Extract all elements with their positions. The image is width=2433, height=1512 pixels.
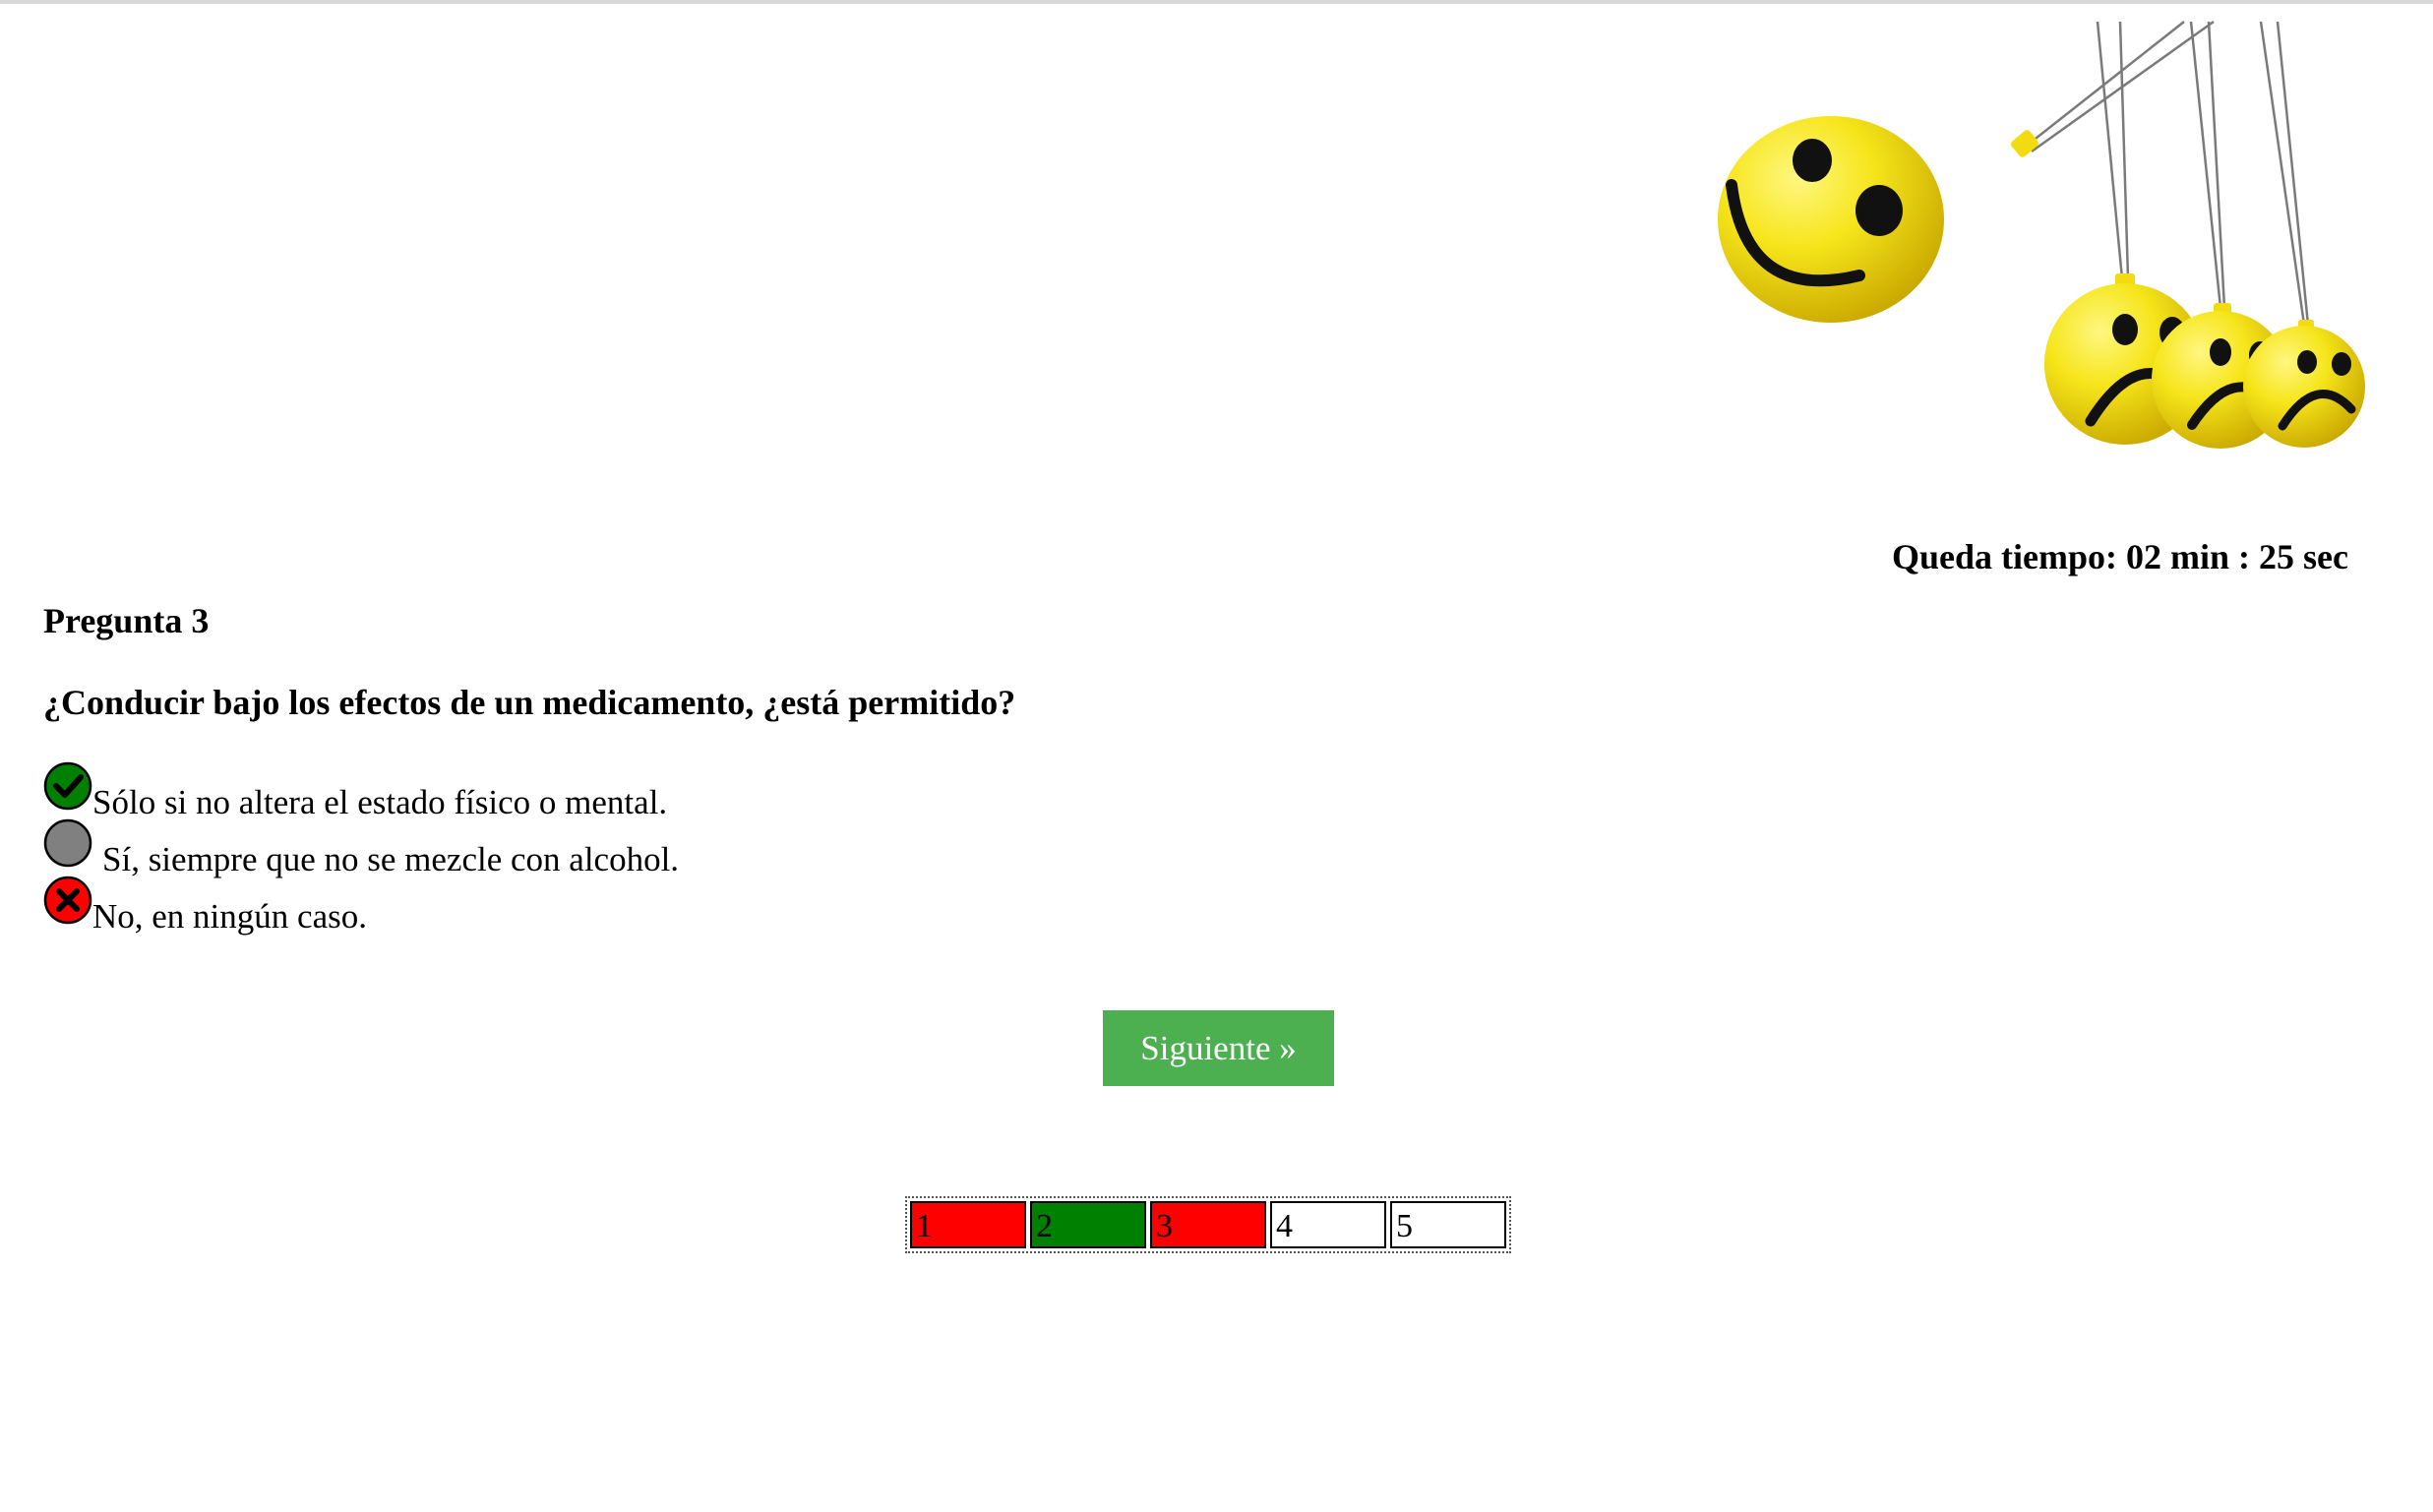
progress-cell-5[interactable]: 5 [1390, 1201, 1506, 1248]
question-text: ¿Conducir bajo los efectos de un medicam… [43, 683, 1016, 722]
answer-option-label: Sólo si no altera el estado físico o men… [92, 783, 668, 821]
check-icon [43, 761, 92, 811]
top-divider [0, 0, 2433, 4]
progress-cell-3[interactable]: 3 [1150, 1201, 1266, 1248]
question-number: Pregunta 3 [43, 601, 210, 640]
progress-cell-2[interactable]: 2 [1030, 1201, 1146, 1248]
answer-options: Sólo si no altera el estado físico o men… [43, 761, 680, 938]
answer-option-label: No, en ningún caso. [92, 897, 367, 936]
answer-option-label: Sí, siempre que no se mezcle con alcohol… [102, 840, 680, 878]
happy-face-ball [1718, 116, 2038, 323]
answer-option-1[interactable]: Sólo si no altera el estado físico o men… [43, 761, 679, 824]
answer-option-3[interactable]: No, en ningún caso. [43, 876, 679, 938]
x-icon [43, 876, 92, 925]
circle-icon [43, 818, 92, 868]
progress-cell-4[interactable]: 4 [1270, 1201, 1386, 1248]
smiley-newtons-cradle-image [1718, 20, 2365, 449]
time-remaining: Queda tiempo: 02 min : 25 sec [1892, 537, 2348, 576]
next-button[interactable]: Siguiente » [1103, 1010, 1334, 1086]
answer-option-2[interactable]: Sí, siempre que no se mezcle con alcohol… [43, 818, 680, 881]
question-progress: 1 2 3 4 5 [905, 1196, 1511, 1253]
progress-cell-1[interactable]: 1 [910, 1201, 1026, 1248]
